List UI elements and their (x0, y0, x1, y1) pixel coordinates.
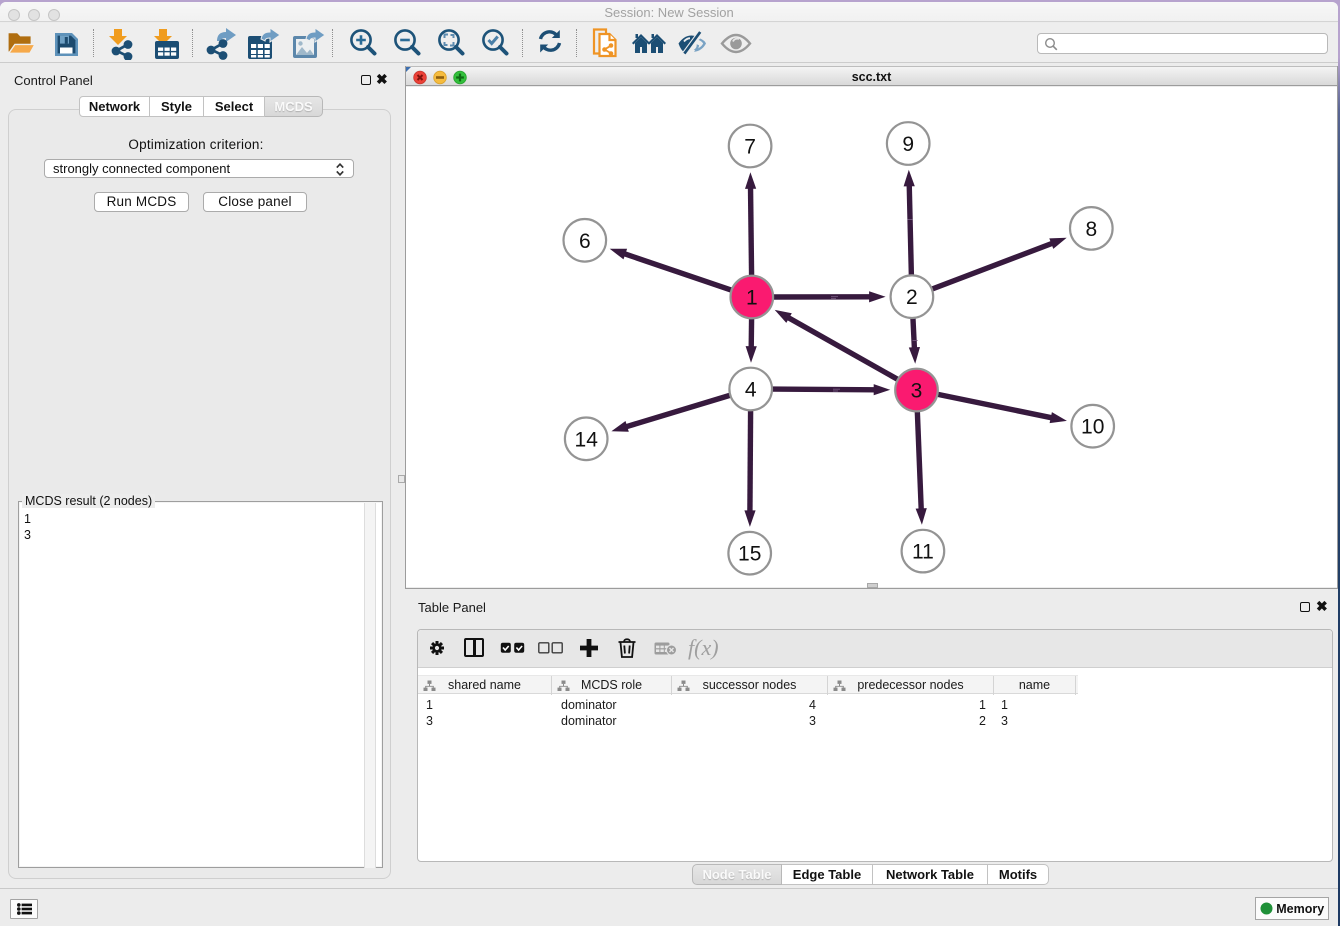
svg-text:15: 15 (738, 543, 761, 566)
svg-text:3: 3 (911, 380, 923, 403)
svg-text:6: 6 (579, 230, 591, 253)
svg-text:1: 1 (746, 287, 758, 310)
svg-text:14: 14 (575, 428, 599, 451)
svg-text:2: 2 (906, 286, 918, 309)
svg-text:10: 10 (1081, 416, 1104, 439)
svg-text:8: 8 (1085, 218, 1097, 241)
svg-text:11: 11 (912, 541, 934, 564)
svg-text:7: 7 (744, 136, 756, 159)
svg-text:9: 9 (902, 133, 914, 156)
svg-text:4: 4 (745, 379, 757, 402)
